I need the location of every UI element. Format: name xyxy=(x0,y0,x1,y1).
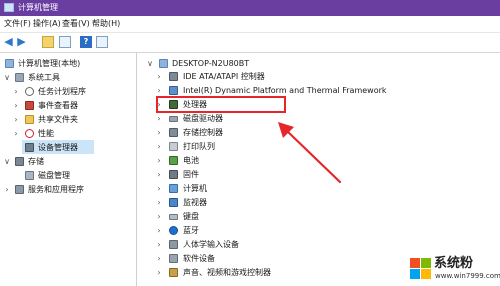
device-category-bluetooth[interactable]: › 蓝牙 xyxy=(137,224,500,237)
chevron-right-icon[interactable]: › xyxy=(155,168,163,181)
menu-bar: 文件(F) 操作(A) 查看(V) 帮助(H) xyxy=(0,16,500,33)
chevron-right-icon[interactable]: › xyxy=(155,70,163,83)
menu-view[interactable]: 查看(V) xyxy=(62,18,90,30)
tree-node-task-scheduler[interactable]: › 任务计划程序 xyxy=(0,85,136,98)
software-device-icon xyxy=(169,254,178,263)
device-category-monitors[interactable]: › 监视器 xyxy=(137,196,500,209)
computer-icon xyxy=(159,59,168,68)
tree-node-root[interactable]: 计算机管理(本地) xyxy=(0,57,136,70)
speaker-icon xyxy=(169,268,178,277)
watermark-url: www.win7999.com xyxy=(435,272,500,280)
bluetooth-icon xyxy=(169,226,178,235)
tools-icon xyxy=(15,73,24,82)
navigation-tree: 计算机管理(本地) ∨ 系统工具 › 任务计划程序 › 事件查看器 › 共享文件… xyxy=(0,53,137,286)
computer-icon xyxy=(169,184,178,193)
performance-icon xyxy=(25,129,34,138)
device-category-keyboards[interactable]: › 键盘 xyxy=(137,210,500,223)
chevron-right-icon[interactable]: › xyxy=(12,99,20,112)
battery-icon xyxy=(169,156,178,165)
chevron-right-icon[interactable]: › xyxy=(3,183,11,196)
title-bar: 计算机管理 xyxy=(0,0,500,16)
clock-icon xyxy=(25,87,34,96)
tree-node-event-viewer[interactable]: › 事件查看器 xyxy=(0,99,136,112)
shared-folder-icon xyxy=(25,115,34,124)
device-root[interactable]: ∨ DESKTOP-N2U80BT xyxy=(137,57,500,70)
device-category-hid[interactable]: › 人体学输入设备 xyxy=(137,238,500,251)
windows-logo-icon xyxy=(410,258,432,280)
tree-node-services-apps[interactable]: › 服务和应用程序 xyxy=(0,183,136,196)
tree-node-shared-folders[interactable]: › 共享文件夹 xyxy=(0,113,136,126)
storage-icon xyxy=(15,157,24,166)
chevron-right-icon[interactable]: › xyxy=(155,140,163,153)
tree-node-performance[interactable]: › 性能 xyxy=(0,127,136,140)
forward-arrow-icon[interactable]: ▶ xyxy=(16,36,27,48)
chevron-down-icon[interactable]: ∨ xyxy=(146,57,154,70)
annotation-arrow xyxy=(278,122,342,184)
storage-controller-icon xyxy=(169,128,178,137)
device-manager-icon xyxy=(25,143,34,152)
chevron-right-icon[interactable]: › xyxy=(12,113,20,126)
monitor-icon xyxy=(169,198,178,207)
help-icon[interactable]: ? xyxy=(80,36,92,48)
computer-management-icon xyxy=(5,59,14,68)
computer-management-icon xyxy=(4,3,14,12)
back-arrow-icon[interactable]: ◀ xyxy=(3,36,14,48)
chevron-down-icon[interactable]: ∨ xyxy=(3,71,11,84)
chevron-right-icon[interactable]: › xyxy=(155,224,163,237)
chevron-right-icon[interactable]: › xyxy=(155,252,163,265)
up-folder-icon[interactable] xyxy=(42,36,54,48)
disk-management-icon xyxy=(25,171,34,180)
properties-icon[interactable] xyxy=(96,36,108,48)
firmware-icon xyxy=(169,170,178,179)
tree-node-disk-management[interactable]: 磁盘管理 xyxy=(0,169,136,182)
chevron-right-icon[interactable]: › xyxy=(155,266,163,279)
tree-node-device-manager[interactable]: 设备管理器 xyxy=(0,141,136,154)
event-viewer-icon xyxy=(25,101,34,110)
show-hide-tree-icon[interactable] xyxy=(59,36,71,48)
chevron-right-icon[interactable]: › xyxy=(155,238,163,251)
printer-icon xyxy=(169,142,178,151)
watermark-brand: 系统粉 xyxy=(434,256,474,271)
disk-drive-icon xyxy=(169,116,178,122)
chevron-right-icon[interactable]: › xyxy=(12,127,20,140)
chevron-down-icon[interactable]: ∨ xyxy=(3,155,11,168)
window-title: 计算机管理 xyxy=(18,3,58,12)
menu-help[interactable]: 帮助(H) xyxy=(92,18,120,30)
chevron-right-icon[interactable]: › xyxy=(155,126,163,139)
highlight-box xyxy=(156,96,286,113)
tree-node-storage[interactable]: ∨ 存储 xyxy=(0,155,136,168)
hid-icon xyxy=(169,240,178,249)
menu-action[interactable]: 操作(A) xyxy=(33,18,61,30)
watermark: 系统粉 www.win7999.com xyxy=(410,256,500,284)
tree-node-system-tools[interactable]: ∨ 系统工具 xyxy=(0,71,136,84)
services-icon xyxy=(15,185,24,194)
chevron-right-icon[interactable]: › xyxy=(155,182,163,195)
intel-device-icon xyxy=(169,86,178,95)
menu-file[interactable]: 文件(F) xyxy=(4,18,31,30)
ide-controller-icon xyxy=(169,72,178,81)
keyboard-icon xyxy=(169,214,178,220)
device-category-ide[interactable]: › IDE ATA/ATAPI 控制器 xyxy=(137,70,500,83)
chevron-right-icon[interactable]: › xyxy=(155,154,163,167)
toolbar: ◀ ▶ ? xyxy=(0,33,500,53)
chevron-right-icon[interactable]: › xyxy=(12,85,20,98)
chevron-right-icon[interactable]: › xyxy=(155,112,163,125)
chevron-right-icon[interactable]: › xyxy=(155,210,163,223)
chevron-right-icon[interactable]: › xyxy=(155,196,163,209)
